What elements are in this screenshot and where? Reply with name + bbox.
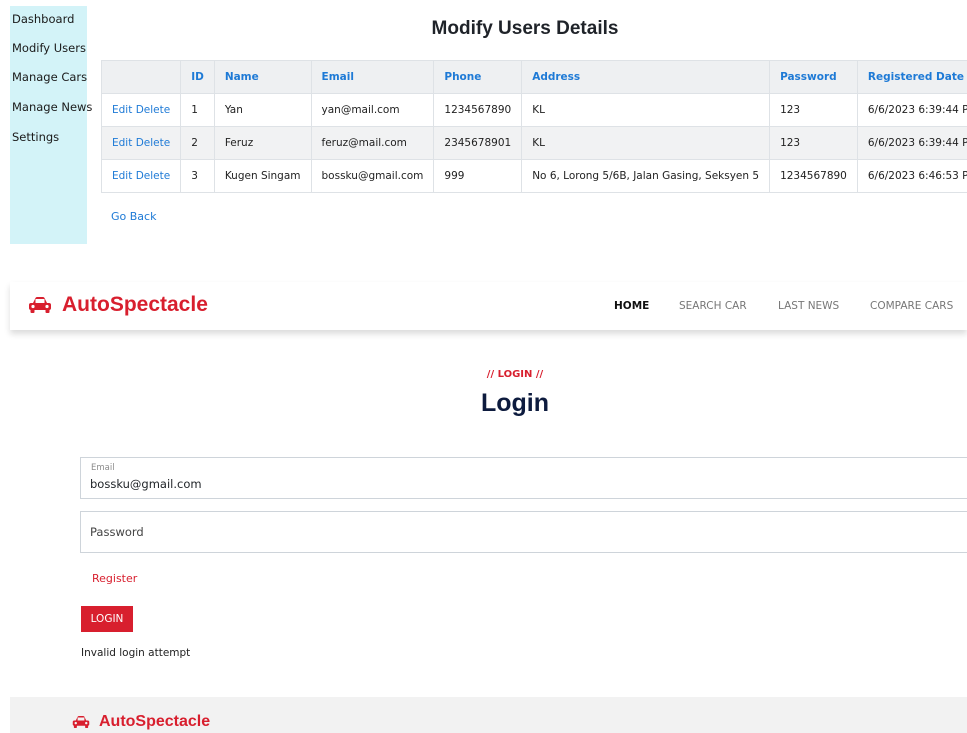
nav-home[interactable]: HOME — [614, 300, 649, 312]
column-header-actions — [100, 60, 182, 94]
row-actions: Edit Delete — [100, 93, 182, 127]
column-header-email: Email — [310, 60, 435, 94]
column-header-phone: Phone — [433, 60, 523, 94]
cell-id: 3 — [180, 159, 215, 193]
login-button[interactable]: LOGIN — [81, 606, 133, 632]
cell-password: 1234567890 — [769, 159, 858, 193]
cell-phone: 999 — [433, 159, 523, 193]
car-icon — [72, 716, 90, 728]
sidebar-item-manage-news[interactable]: Manage News — [12, 100, 92, 114]
car-icon — [29, 297, 51, 313]
delete-link[interactable]: Delete — [136, 170, 171, 182]
cell-phone: 2345678901 — [433, 126, 523, 160]
edit-link[interactable]: Edit — [112, 170, 132, 182]
section-pretitle: // LOGIN // — [486, 369, 544, 380]
edit-link[interactable]: Edit — [112, 137, 132, 149]
cell-registered-date: 6/6/2023 6:46:53 PM — [856, 159, 967, 193]
login-error-message: Invalid login attempt — [81, 647, 191, 659]
register-link[interactable]: Register — [92, 572, 137, 585]
table-header-row: ID Name Email Phone Address Password Reg… — [100, 60, 967, 94]
cell-id: 2 — [180, 126, 215, 160]
table-row: Edit Delete 3 Kugen Singam bossku@gmail.… — [100, 159, 967, 193]
sidebar-item-dashboard[interactable]: Dashboard — [12, 12, 74, 26]
password-input[interactable] — [90, 525, 890, 539]
cell-password: 123 — [769, 126, 858, 160]
column-header-address: Address — [521, 60, 771, 94]
cell-email: yan@mail.com — [310, 93, 435, 127]
footer-brand-name: AutoSpectacle — [99, 713, 211, 730]
sidebar-item-modify-users[interactable]: Modify Users — [12, 41, 86, 55]
column-header-id: ID — [180, 60, 215, 94]
cell-name: Kugen Singam — [213, 159, 312, 193]
page-title: Modify Users Details — [431, 18, 619, 39]
cell-password: 123 — [769, 93, 858, 127]
email-input[interactable] — [90, 477, 890, 491]
go-back-link[interactable]: Go Back — [111, 210, 156, 223]
column-header-name: Name — [213, 60, 312, 94]
nav-last-news[interactable]: LAST NEWS — [778, 300, 839, 312]
top-navbar: AutoSpectacle HOME SEARCH CAR LAST NEWS … — [10, 282, 967, 330]
cell-address: KL — [521, 126, 771, 160]
cell-email: feruz@mail.com — [310, 126, 435, 160]
nav-search-car[interactable]: SEARCH CAR — [679, 300, 747, 312]
edit-link[interactable]: Edit — [112, 104, 132, 116]
sidebar-item-manage-cars[interactable]: Manage Cars — [12, 70, 87, 84]
admin-sidebar: Dashboard Modify Users Manage Cars Manag… — [10, 6, 92, 244]
cell-name: Yan — [213, 93, 312, 127]
cell-phone: 1234567890 — [433, 93, 523, 127]
brand-name: AutoSpectacle — [62, 293, 208, 316]
table-row: Edit Delete 1 Yan yan@mail.com 123456789… — [100, 93, 967, 127]
brand-logo[interactable]: AutoSpectacle — [28, 293, 208, 317]
password-field[interactable] — [80, 511, 967, 553]
delete-link[interactable]: Delete — [136, 104, 171, 116]
row-actions: Edit Delete — [100, 126, 182, 160]
email-label: Email — [91, 463, 115, 473]
sidebar-item-settings[interactable]: Settings — [12, 130, 59, 144]
cell-address: KL — [521, 93, 771, 127]
email-field[interactable]: Email — [80, 457, 967, 499]
footer-brand[interactable]: AutoSpectacle — [72, 713, 210, 731]
nav-compare-cars[interactable]: COMPARE CARS — [870, 300, 953, 312]
login-title: Login — [480, 389, 550, 417]
row-actions: Edit Delete — [100, 159, 182, 193]
cell-name: Feruz — [213, 126, 312, 160]
cell-email: bossku@gmail.com — [310, 159, 435, 193]
table-row: Edit Delete 2 Feruz feruz@mail.com 23456… — [100, 126, 967, 160]
column-header-password: Password — [769, 60, 858, 94]
delete-link[interactable]: Delete — [136, 137, 171, 149]
cell-registered-date: 6/6/2023 6:39:44 PM — [856, 93, 967, 127]
cell-id: 1 — [180, 93, 215, 127]
footer: AutoSpectacle — [10, 697, 967, 733]
cell-registered-date: 6/6/2023 6:39:44 PM — [856, 126, 967, 160]
cell-address: No 6, Lorong 5/6B, Jalan Gasing, Seksyen… — [521, 159, 771, 193]
column-header-registered-date: Registered Date — [856, 60, 967, 94]
users-table: ID Name Email Phone Address Password Reg… — [100, 60, 967, 193]
